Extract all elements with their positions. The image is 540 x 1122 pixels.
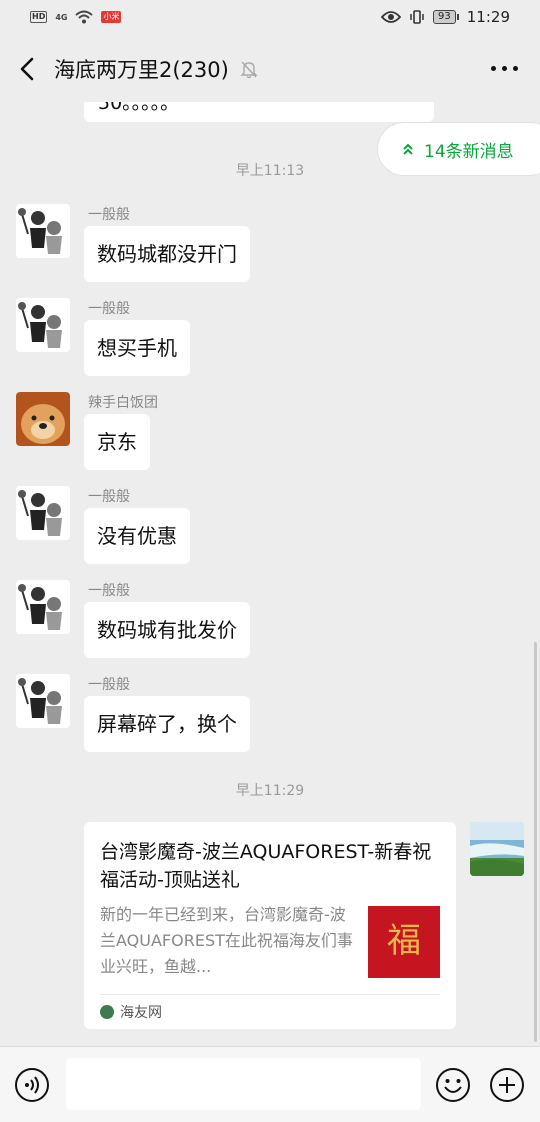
timestamp: 早上11:13 bbox=[235, 163, 305, 179]
message-bubble[interactable]: 没有优惠 bbox=[84, 508, 190, 564]
message-bubble[interactable]: 想买手机 bbox=[84, 320, 190, 376]
message-bubble[interactable]: 数码城有批发价 bbox=[84, 602, 250, 658]
new-messages-label: 14条新消息 bbox=[424, 141, 514, 162]
network-indicator: 4G bbox=[55, 12, 68, 22]
double-chevron-up-icon bbox=[403, 143, 413, 155]
message-bubble[interactable]: 数码城都没开门 bbox=[84, 226, 250, 282]
link-card-description: 新的一年已经到来，台湾影魔奇-波兰AQUAFOREST在此祝福海友们事业兴旺，鱼… bbox=[100, 905, 353, 976]
chat-area[interactable]: 50。。。。。 14条新消息 早上11:13 一般般 数码城都没开门 一般般 想… bbox=[0, 102, 540, 1046]
source-name: 海友网 bbox=[120, 1005, 162, 1021]
emoji-icon[interactable] bbox=[435, 1067, 471, 1103]
message-bubble[interactable]: 京东 bbox=[84, 414, 150, 470]
thumbnail-text: 福 bbox=[387, 921, 421, 961]
hd-indicator: HD bbox=[30, 11, 48, 23]
chat-title: 海底两万里2(230) bbox=[54, 58, 229, 82]
muted-bell-icon bbox=[240, 61, 258, 79]
status-bar: HD 4G 小米 93 11:29 bbox=[0, 0, 540, 36]
link-card-thumbnail: 福 bbox=[368, 906, 440, 978]
battery-icon: 93 bbox=[433, 10, 459, 24]
self-avatar[interactable] bbox=[470, 822, 524, 876]
link-card-source: 海友网 bbox=[100, 1002, 162, 1022]
sender-name: 一般般 bbox=[88, 489, 130, 505]
link-card-title: 台湾影魔奇-波兰AQUAFOREST-新春祝福活动-顶贴送礼 bbox=[100, 841, 432, 891]
voice-input-icon[interactable] bbox=[14, 1067, 50, 1103]
sender-name: 一般般 bbox=[88, 207, 130, 223]
more-options-icon[interactable] bbox=[491, 66, 518, 71]
scrollbar[interactable] bbox=[534, 642, 537, 1042]
sender-name: 一般般 bbox=[88, 583, 130, 599]
avatar[interactable] bbox=[16, 674, 70, 728]
avatar[interactable] bbox=[16, 204, 70, 258]
vibrate-icon bbox=[410, 10, 424, 24]
sender-name: 辣手白饭团 bbox=[88, 395, 158, 411]
plus-icon[interactable] bbox=[489, 1067, 525, 1103]
sender-name: 一般般 bbox=[88, 301, 130, 317]
avatar[interactable] bbox=[16, 298, 70, 352]
avatar[interactable] bbox=[16, 392, 70, 446]
avatar[interactable] bbox=[16, 486, 70, 540]
message-bubble[interactable]: 屏幕碎了，换个 bbox=[84, 696, 250, 752]
sender-name: 一般般 bbox=[88, 677, 130, 693]
notification-badge: 小米 bbox=[101, 11, 122, 23]
message-input[interactable] bbox=[66, 1058, 421, 1110]
timestamp: 早上11:29 bbox=[235, 783, 305, 799]
chat-header: 海底两万里2(230) bbox=[0, 36, 540, 102]
previous-message-fragment: 50。。。。。 bbox=[84, 102, 434, 122]
wifi-icon bbox=[75, 10, 94, 24]
clock: 11:29 bbox=[466, 8, 510, 26]
message-row-self: 台湾影魔奇-波兰AQUAFOREST-新春祝福活动-顶贴送礼 新的一年已经到来，… bbox=[0, 822, 540, 1032]
back-arrow-icon[interactable] bbox=[14, 54, 42, 84]
input-bar bbox=[0, 1046, 540, 1122]
source-icon bbox=[100, 1005, 114, 1019]
avatar[interactable] bbox=[16, 580, 70, 634]
eye-icon bbox=[381, 11, 402, 23]
link-card[interactable]: 台湾影魔奇-波兰AQUAFOREST-新春祝福活动-顶贴送礼 新的一年已经到来，… bbox=[84, 822, 456, 1029]
